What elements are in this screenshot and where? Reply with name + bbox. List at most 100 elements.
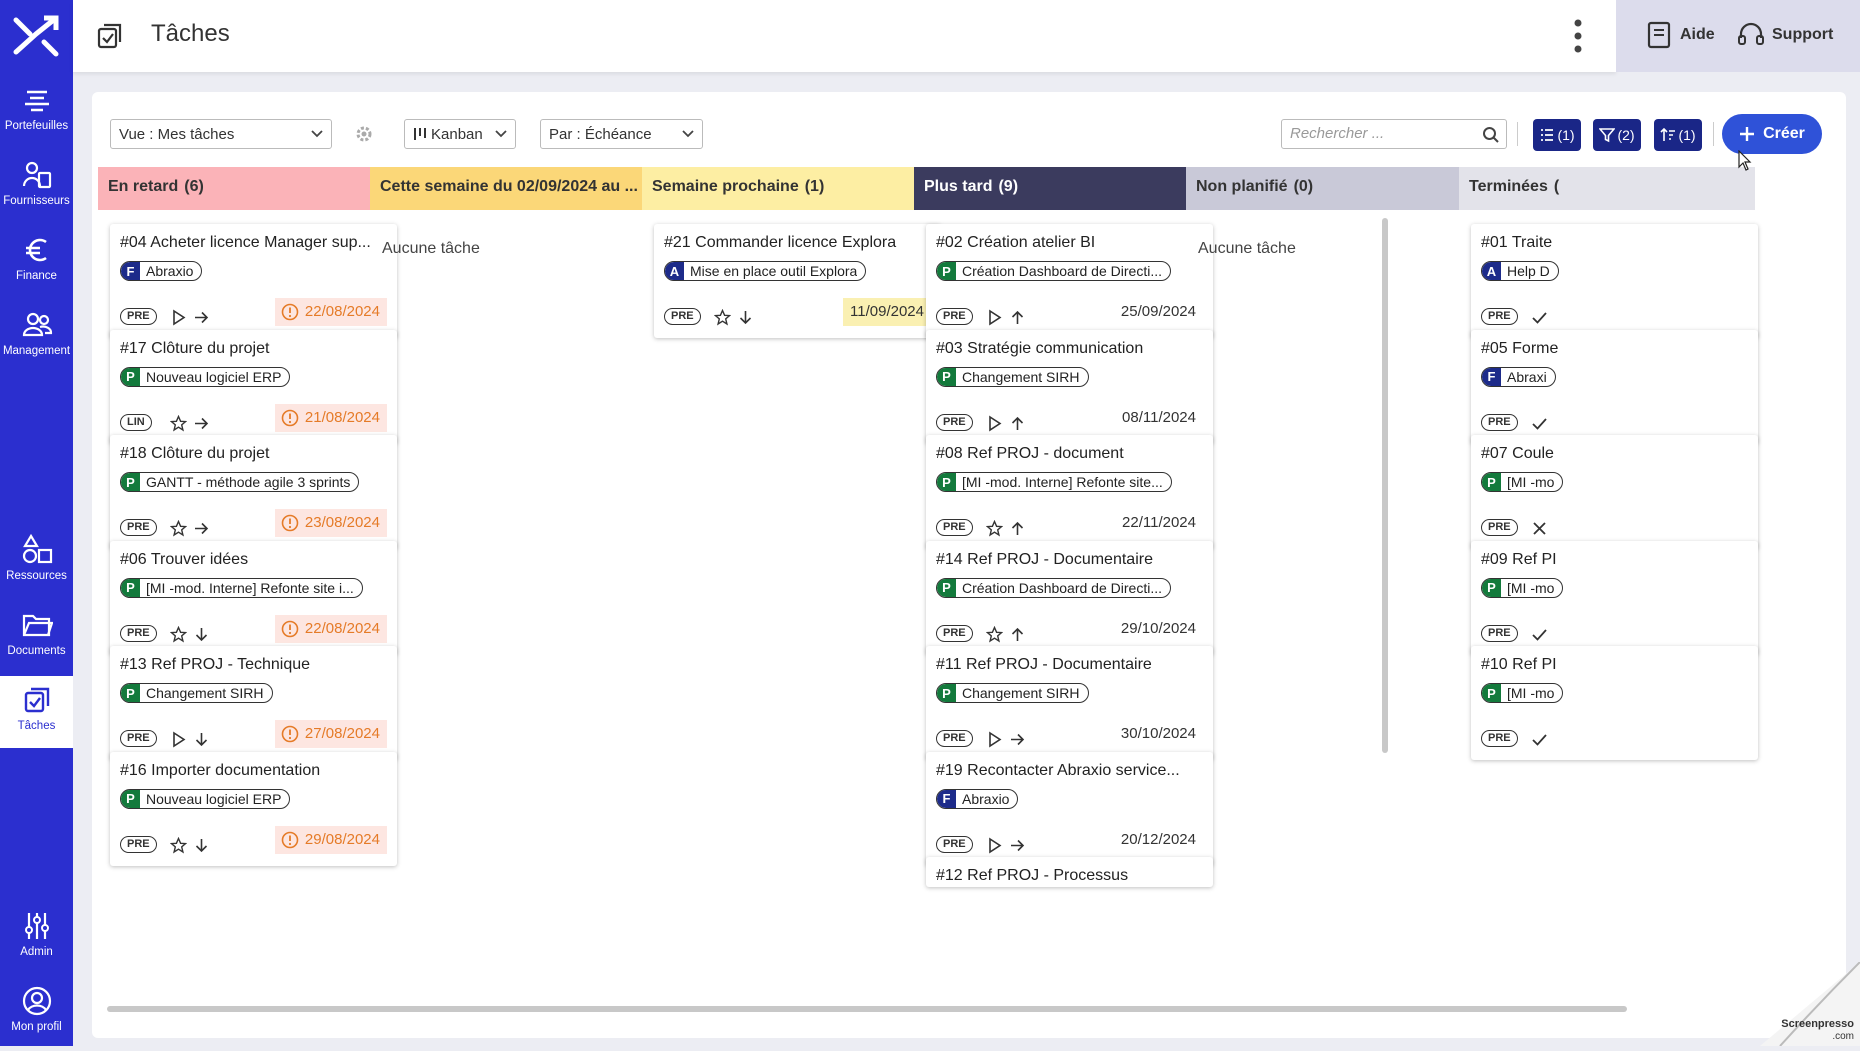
filter-button[interactable]: (2) bbox=[1593, 119, 1641, 151]
close-icon[interactable] bbox=[1531, 520, 1548, 537]
arrow-up-icon[interactable] bbox=[1009, 626, 1026, 643]
sidebar-item-sliders[interactable]: Admin bbox=[0, 902, 73, 974]
check-icon[interactable] bbox=[1531, 309, 1548, 326]
project-tag[interactable]: F Abraxio bbox=[936, 788, 1019, 809]
sidebar-item-shapes[interactable]: Ressources bbox=[0, 526, 73, 598]
task-card[interactable]: #01 Traite A Help D PRE bbox=[1471, 224, 1758, 338]
task-title[interactable]: #12 Ref PROJ - Processus bbox=[936, 867, 1204, 885]
vertical-scrollbar[interactable] bbox=[1382, 218, 1388, 753]
check-icon[interactable] bbox=[1531, 731, 1548, 748]
play-icon[interactable] bbox=[986, 837, 1003, 854]
arrow-up-icon[interactable] bbox=[1009, 415, 1026, 432]
arrow-down-icon[interactable] bbox=[193, 626, 210, 643]
display-select[interactable]: Kanban bbox=[404, 119, 516, 149]
group-by-button[interactable]: (1) bbox=[1533, 119, 1581, 151]
help-button[interactable]: Aide bbox=[1644, 20, 1715, 50]
task-title[interactable]: #19 Recontacter Abraxio service... bbox=[936, 762, 1204, 780]
arrow-right-icon[interactable] bbox=[1009, 731, 1026, 748]
star-icon[interactable] bbox=[170, 414, 187, 432]
star-icon[interactable] bbox=[170, 625, 187, 643]
task-card[interactable]: #19 Recontacter Abraxio service... F Abrax… bbox=[926, 751, 1213, 866]
task-card[interactable]: #05 Forme F Abraxi PRE bbox=[1471, 329, 1758, 444]
task-card[interactable]: #09 Ref PI P [MI -mo PRE bbox=[1471, 540, 1758, 655]
task-card[interactable]: #12 Ref PROJ - Processus bbox=[926, 857, 1213, 887]
task-card[interactable]: #13 Ref PROJ - Technique P Changement SIRH… bbox=[110, 646, 397, 760]
task-title[interactable]: #07 Coule bbox=[1481, 445, 1749, 463]
project-tag[interactable]: P [MI -mod. Interne] Refonte site i... bbox=[120, 577, 363, 598]
task-title[interactable]: #04 Acheter licence Manager sup... bbox=[120, 234, 388, 252]
project-tag[interactable]: P [MI -mo bbox=[1481, 472, 1564, 492]
sidebar-item-euro[interactable]: Finance bbox=[0, 226, 73, 298]
column-header[interactable]: Terminées ( bbox=[1459, 167, 1755, 210]
sidebar-item-portfolio[interactable]: Portefeuilles bbox=[0, 76, 73, 148]
sidebar-item-task[interactable]: Tâches bbox=[0, 676, 73, 748]
arrow-down-icon[interactable] bbox=[737, 309, 754, 326]
arrow-right-icon[interactable] bbox=[193, 415, 210, 432]
project-tag[interactable]: P [MI -mo bbox=[1481, 683, 1564, 703]
task-title[interactable]: #21 Commander licence Explora bbox=[664, 234, 932, 252]
task-card[interactable]: #04 Acheter licence Manager sup... F Abrax… bbox=[110, 224, 397, 338]
arrow-down-icon[interactable] bbox=[193, 731, 210, 748]
project-tag[interactable]: P Changement SIRH bbox=[120, 683, 273, 703]
project-tag[interactable]: P [MI -mod. Interne] Refonte site... bbox=[936, 472, 1172, 492]
search-input[interactable]: Rechercher ... bbox=[1281, 119, 1507, 149]
project-tag[interactable]: P Création Dashboard de Directi... bbox=[936, 261, 1171, 281]
column-header[interactable]: En retard (6) bbox=[98, 167, 394, 210]
column-header[interactable]: Plus tard (9) bbox=[914, 167, 1210, 210]
project-tag[interactable]: A Help D bbox=[1481, 261, 1559, 281]
arrow-right-icon[interactable] bbox=[1009, 837, 1026, 854]
sidebar-item-profile[interactable]: Mon profil bbox=[0, 977, 73, 1049]
project-tag[interactable]: P Nouveau logiciel ERP bbox=[120, 366, 291, 387]
arrow-up-icon[interactable] bbox=[1009, 309, 1026, 326]
task-card[interactable]: #18 Clôture du projet P GANTT - méthode ag… bbox=[110, 435, 397, 549]
task-title[interactable]: #01 Traite bbox=[1481, 234, 1749, 252]
arrow-up-icon[interactable] bbox=[1009, 520, 1026, 537]
sidebar-item-folder[interactable]: Documents bbox=[0, 601, 73, 673]
task-title[interactable]: #09 Ref PI bbox=[1481, 551, 1749, 569]
column-header[interactable]: Cette semaine du 02/09/2024 au ...(0) bbox=[370, 167, 666, 210]
project-tag[interactable]: F Abraxi bbox=[1481, 366, 1556, 387]
column-header[interactable]: Semaine prochaine (1) bbox=[642, 167, 938, 210]
task-card[interactable]: #16 Importer documentation P Nouveau logic… bbox=[110, 751, 397, 866]
task-card[interactable]: #03 Stratégie communication P Changement S… bbox=[926, 329, 1213, 444]
arrow-right-icon[interactable] bbox=[193, 520, 210, 537]
arrow-right-icon[interactable] bbox=[193, 309, 210, 326]
task-card[interactable]: #17 Clôture du projet P Nouveau logiciel E… bbox=[110, 329, 397, 444]
star-icon[interactable] bbox=[170, 836, 187, 854]
project-tag[interactable]: P Création Dashboard de Directi... bbox=[936, 577, 1171, 598]
check-icon[interactable] bbox=[1531, 415, 1548, 432]
gear-icon[interactable] bbox=[354, 124, 374, 144]
task-title[interactable]: #05 Forme bbox=[1481, 340, 1749, 358]
group-select[interactable]: Par : Échéance bbox=[540, 119, 703, 149]
task-card[interactable]: #02 Création atelier BI P Création Dashboa… bbox=[926, 224, 1213, 338]
check-icon[interactable] bbox=[1531, 626, 1548, 643]
sidebar-item-people[interactable]: Management bbox=[0, 301, 73, 373]
task-card[interactable]: #10 Ref PI P [MI -mo PRE bbox=[1471, 646, 1758, 760]
task-card[interactable]: #21 Commander licence Explora A Mise en pl… bbox=[654, 224, 941, 338]
sort-button[interactable]: (1) bbox=[1654, 119, 1702, 151]
support-button[interactable]: Support bbox=[1736, 20, 1833, 50]
project-tag[interactable]: P GANTT - méthode agile 3 sprints bbox=[120, 472, 360, 492]
project-tag[interactable]: P [MI -mo bbox=[1481, 577, 1564, 598]
play-icon[interactable] bbox=[986, 731, 1003, 748]
task-title[interactable]: #03 Stratégie communication bbox=[936, 340, 1204, 358]
task-card[interactable]: #07 Coule P [MI -mo PRE bbox=[1471, 435, 1758, 549]
task-title[interactable]: #08 Ref PROJ - document bbox=[936, 445, 1204, 463]
more-options-icon[interactable] bbox=[1573, 18, 1583, 54]
task-title[interactable]: #17 Clôture du projet bbox=[120, 340, 388, 358]
star-icon[interactable] bbox=[986, 625, 1003, 643]
play-icon[interactable] bbox=[986, 309, 1003, 326]
task-title[interactable]: #11 Ref PROJ - Documentaire bbox=[936, 656, 1204, 674]
star-icon[interactable] bbox=[714, 309, 731, 326]
task-title[interactable]: #18 Clôture du projet bbox=[120, 445, 388, 463]
task-title[interactable]: #02 Création atelier BI bbox=[936, 234, 1204, 252]
app-logo-icon[interactable] bbox=[10, 12, 62, 60]
task-title[interactable]: #16 Importer documentation bbox=[120, 762, 388, 780]
horizontal-scrollbar[interactable] bbox=[107, 1006, 1627, 1012]
project-tag[interactable]: A Mise en place outil Explora bbox=[664, 261, 867, 281]
column-header[interactable]: Non planifié (0) bbox=[1186, 167, 1482, 210]
play-icon[interactable] bbox=[986, 415, 1003, 432]
task-title[interactable]: #13 Ref PROJ - Technique bbox=[120, 656, 388, 674]
task-card[interactable]: #08 Ref PROJ - document P [MI -mod. Intern… bbox=[926, 435, 1213, 549]
star-icon[interactable] bbox=[170, 520, 187, 537]
